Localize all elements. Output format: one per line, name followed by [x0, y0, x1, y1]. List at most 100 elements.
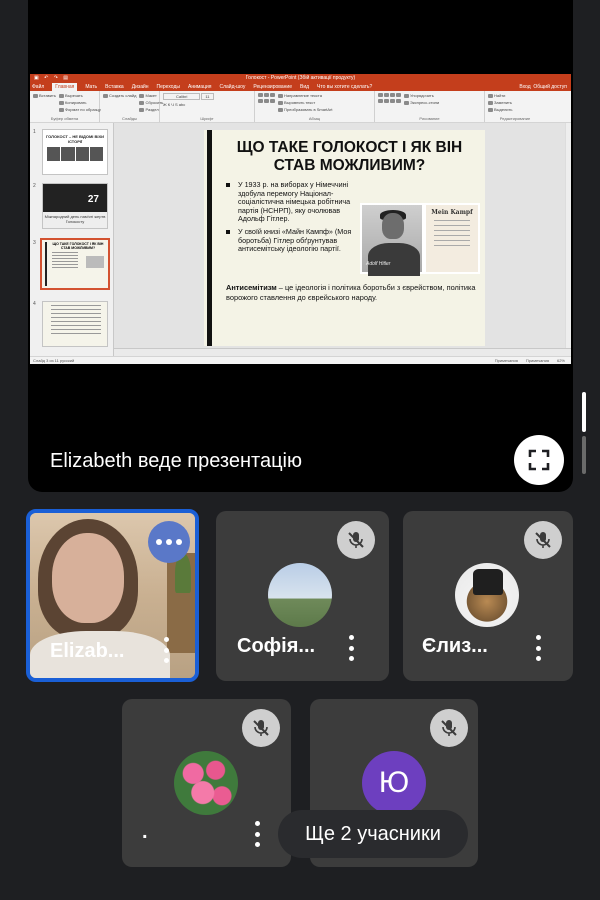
book-title: Mein Kampf — [431, 209, 473, 216]
presentation-card[interactable]: ▣ ↶ ↷ ▤ Голокост - PowerPoint (Збій акти… — [28, 0, 573, 492]
ribbon-group-editing: Найти Заменить Выделить Редактирование — [485, 91, 545, 122]
ribbon-item: Преобразовать в SmartArt — [284, 107, 333, 112]
ribbon-item: Создать слайд — [109, 93, 137, 98]
ppt-search-hint: Что вы хотите сделать? — [317, 84, 373, 90]
fullscreen-icon — [528, 449, 550, 471]
thumb-title: ЩО ТАКЕ ГОЛОКОСТ І ЯК ВІН СТАВ МОЖЛИВИМ? — [52, 242, 104, 250]
ribbon-group-label: Редактирование — [499, 116, 531, 121]
ribbon-group-label: Абзац — [308, 116, 321, 121]
ppt-titlebar: ▣ ↶ ↷ ▤ Голокост - PowerPoint (Збій акти… — [30, 74, 571, 83]
participant-tile-active[interactable]: Elizab... — [26, 509, 199, 682]
ribbon-item: Упорядочить — [410, 93, 434, 98]
avatar-initial: Ю — [362, 751, 426, 815]
more-options-icon[interactable] — [158, 637, 174, 663]
slide-thumbnail-1: ГОЛОКОСТ – НЕ ВІДОМІ ВІХИ ІСТОРІЇ — [42, 129, 108, 175]
mic-off-icon — [242, 709, 280, 747]
quick-access-icons: ▣ ↶ ↷ ▤ — [34, 75, 70, 81]
scroll-indicator[interactable] — [582, 392, 586, 432]
ribbon-group-slides: Создать слайд Макет Сбросить Раздел Слайды — [100, 91, 163, 122]
notes-pane — [114, 348, 571, 356]
presenting-label: Elizabeth веде презентацію — [50, 450, 302, 472]
avatar — [268, 563, 332, 627]
slide-photos: Adolf Hitler Mein Kampf — [360, 203, 480, 276]
participant-name: Elizab... — [50, 640, 125, 662]
ribbon-group-paragraph: Направление текста Выровнять текст Преобра… — [255, 91, 375, 122]
mic-off-icon — [430, 709, 468, 747]
ribbon-item: Вставить — [39, 93, 56, 98]
more-participants-button[interactable]: Ще 2 учасники — [278, 810, 468, 858]
ribbon-group-drawing: Упорядочить Экспресс-стили Рисование — [375, 91, 485, 122]
participant-name: Софія... — [237, 635, 316, 657]
ribbon-item: Направление текста — [284, 93, 322, 98]
ppt-menu-item: Рецензирование — [253, 84, 292, 90]
slide-thumbnail-3: ЩО ТАКЕ ГОЛОКОСТ І ЯК ВІН СТАВ МОЖЛИВИМ? — [40, 238, 110, 290]
ppt-menu-item: Слайд-шоу — [219, 84, 246, 90]
thumb-photos — [47, 147, 103, 161]
thumb-number: 1 — [33, 129, 36, 135]
mic-off-icon — [337, 521, 375, 559]
ppt-menu-item: Мать — [85, 84, 98, 90]
book-photo: Mein Kampf — [424, 203, 480, 274]
ppt-menu-item: Анимация — [187, 84, 212, 90]
ribbon-item: Копировать — [64, 100, 87, 105]
more-options-icon[interactable] — [343, 635, 359, 661]
thumb-number: 3 — [33, 240, 36, 246]
slide-bullet: У 1933 р. на виборах у Німеччині здобула… — [226, 180, 354, 224]
slide-accent-bar — [207, 130, 212, 346]
avatar — [455, 563, 519, 627]
definition-term: Антисемітизм — [226, 283, 277, 292]
participant-tile[interactable]: Єлиз... — [403, 511, 573, 681]
speaking-indicator-icon — [148, 521, 190, 563]
ppt-share: Общий доступ — [533, 84, 567, 90]
ppt-menu-item: Вид — [300, 84, 310, 90]
font-format-buttons: Ж К Ч S abc — [163, 102, 186, 107]
ppt-signin: Вход — [519, 84, 531, 90]
ribbon-item: Раздел — [145, 107, 159, 112]
slide-thumbnails: 1 ГОЛОКОСТ – НЕ ВІДОМІ ВІХИ ІСТОРІЇ 2 27… — [30, 123, 114, 356]
ribbon-group-label: Рисование — [419, 116, 440, 121]
slide-bullets: У 1933 р. на виборах у Німеччині здобула… — [226, 180, 354, 258]
ribbon-group-clipboard: Вставить Вырезать Копировать Формат по обр… — [30, 91, 101, 122]
participant-tile[interactable]: Софія... — [216, 511, 389, 681]
shared-screen-powerpoint: ▣ ↶ ↷ ▤ Голокост - PowerPoint (Збій акти… — [30, 74, 571, 364]
font-name-box: Calibri — [163, 93, 201, 100]
ribbon-item: Макет — [145, 93, 157, 98]
thumb-big-number: 27 — [87, 194, 99, 205]
slide-title: ЩО ТАКЕ ГОЛОКОСТ І ЯК ВІН СТАВ МОЖЛИВИМ? — [236, 139, 463, 174]
ppt-window-title: Голокост - PowerPoint (Збій активації пр… — [245, 75, 356, 81]
thumb-number: 4 — [33, 301, 36, 307]
ribbon-group-label: Слайды — [122, 116, 137, 121]
more-options-icon[interactable] — [249, 821, 265, 847]
ribbon-group-label: Буфер обмена — [50, 116, 79, 121]
status-zoom: 62% — [556, 358, 565, 363]
scroll-indicator-track — [582, 436, 586, 474]
slide-canvas: ЩО ТАКЕ ГОЛОКОСТ І ЯК ВІН СТАВ МОЖЛИВИМ?… — [114, 123, 571, 348]
status-slide-info: Слайд 3 из 11 русский — [33, 358, 75, 363]
current-slide: ЩО ТАКЕ ГОЛОКОСТ І ЯК ВІН СТАВ МОЖЛИВИМ?… — [204, 130, 485, 346]
fullscreen-button[interactable] — [514, 435, 564, 485]
ribbon-item: Выровнять текст — [284, 100, 316, 105]
ribbon-item: Экспресс-стили — [410, 100, 440, 105]
more-options-icon[interactable] — [530, 635, 546, 661]
ribbon-item: Формат по образцу — [64, 107, 101, 112]
ribbon-item: Выделить — [494, 107, 513, 112]
ribbon-group-label: Шрифт — [200, 116, 214, 121]
ribbon-item: Заменить — [494, 100, 512, 105]
ppt-workspace: 1 ГОЛОКОСТ – НЕ ВІДОМІ ВІХИ ІСТОРІЇ 2 27… — [30, 123, 571, 356]
ppt-menu-item-active: Главная — [52, 83, 78, 91]
ppt-menu-item: Вставка — [105, 84, 124, 90]
participant-name: . — [142, 821, 148, 843]
slide-bullet: У своїй книзі «Майн Кампф» (Моя боротьба… — [226, 227, 354, 254]
thumb-title: ГОЛОКОСТ – НЕ ВІДОМІ ВІХИ ІСТОРІЇ — [45, 134, 105, 144]
participant-name: Єлиз... — [422, 635, 488, 657]
slide-scrollbar — [565, 123, 571, 348]
status-item: Примечания — [494, 358, 518, 363]
ribbon-item: Найти — [494, 93, 506, 98]
participant-tile[interactable]: . — [122, 699, 291, 867]
ppt-menu-item: Дизайн — [131, 84, 149, 90]
ppt-menu-item: Переходы — [156, 84, 180, 90]
slide-definition: Антисемітизм – це ідеологія і політика б… — [226, 283, 480, 302]
ppt-menu: Файл Главная Мать Вставка Дизайн Переход… — [30, 83, 571, 91]
ribbon-group-font: Calibri 11 Ж К Ч S abc Шрифт — [160, 91, 255, 122]
slide-thumbnail-2: 27 Міжнародний день пам'яті жертв Голоко… — [42, 183, 108, 229]
